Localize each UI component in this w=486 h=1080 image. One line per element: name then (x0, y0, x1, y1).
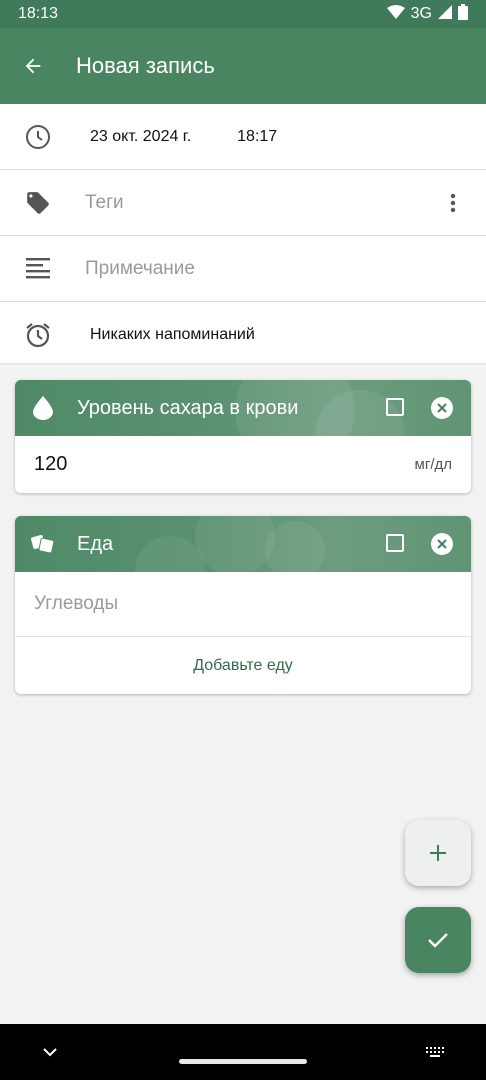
keyboard-switch-button[interactable] (423, 1040, 447, 1064)
note-row[interactable]: Примечание (0, 236, 486, 302)
blood-sugar-title: Уровень сахара в крови (77, 396, 299, 419)
check-icon (428, 933, 448, 948)
more-vert-icon (450, 193, 456, 213)
arrow-back-icon (25, 58, 41, 74)
page-title: Новая запись (76, 53, 215, 78)
food-card-header: Еда (15, 516, 471, 572)
blood-sugar-value-row[interactable]: 120 мг/дл (15, 436, 471, 493)
food-card: Еда Углеводы Добавьте еду (15, 516, 471, 694)
back-button[interactable] (0, 28, 66, 104)
blood-sugar-unit: мг/дл (414, 456, 452, 473)
plus-icon (430, 845, 446, 861)
date-field[interactable]: 23 окт. 2024 г. (90, 128, 191, 146)
blood-sugar-checkbox[interactable] (386, 398, 404, 416)
blood-drop-icon (15, 396, 71, 420)
food-checkbox[interactable] (386, 534, 404, 552)
status-time: 18:13 (18, 5, 59, 22)
add-food-label: Добавьте еду (193, 656, 293, 674)
tags-input[interactable]: Теги (85, 192, 124, 214)
note-input[interactable]: Примечание (85, 258, 195, 280)
reminder-row[interactable]: Никаких напоминаний (0, 302, 486, 367)
blood-sugar-close-button[interactable] (431, 397, 453, 419)
carbs-input[interactable]: Углеводы (34, 593, 118, 615)
signal-icon (438, 4, 452, 24)
add-category-button[interactable] (405, 820, 471, 886)
food-icon (15, 533, 71, 555)
keyboard-icon (426, 1047, 444, 1057)
tags-row[interactable]: Теги (0, 170, 486, 236)
close-icon (437, 539, 447, 549)
entry-form: 23 окт. 2024 г. 18:17 Теги Примечание Ни… (0, 104, 486, 367)
reminder-value[interactable]: Никаких напоминаний (90, 326, 255, 344)
network-type: 3G (410, 5, 432, 22)
form-shadow (0, 363, 486, 367)
blood-sugar-card: Уровень сахара в крови 120 мг/дл (15, 380, 471, 493)
clock-icon (0, 124, 76, 150)
wifi-icon (386, 4, 405, 24)
food-title: Еда (77, 532, 114, 555)
chevron-down-icon (43, 1047, 57, 1056)
save-button[interactable] (405, 907, 471, 973)
battery-icon (458, 3, 468, 25)
carbs-row[interactable]: Углеводы (15, 572, 471, 637)
notes-icon (0, 256, 76, 282)
more-options-button[interactable] (438, 188, 468, 218)
nav-collapse-button[interactable] (38, 1040, 62, 1064)
status-bar: 18:13 3G (0, 0, 486, 28)
home-gesture-bar[interactable] (179, 1059, 307, 1064)
food-close-button[interactable] (431, 533, 453, 555)
close-icon (437, 403, 447, 413)
status-icons: 3G (386, 3, 468, 25)
app-bar: Новая запись (0, 28, 486, 104)
blood-sugar-input[interactable]: 120 (34, 453, 67, 476)
blood-sugar-card-header: Уровень сахара в крови (15, 380, 471, 436)
tag-icon (0, 190, 76, 216)
datetime-row: 23 окт. 2024 г. 18:17 (0, 104, 486, 170)
add-food-button[interactable]: Добавьте еду (15, 637, 471, 694)
system-nav-bar (0, 1024, 486, 1080)
alarm-icon (0, 321, 76, 349)
time-field[interactable]: 18:17 (237, 128, 277, 146)
